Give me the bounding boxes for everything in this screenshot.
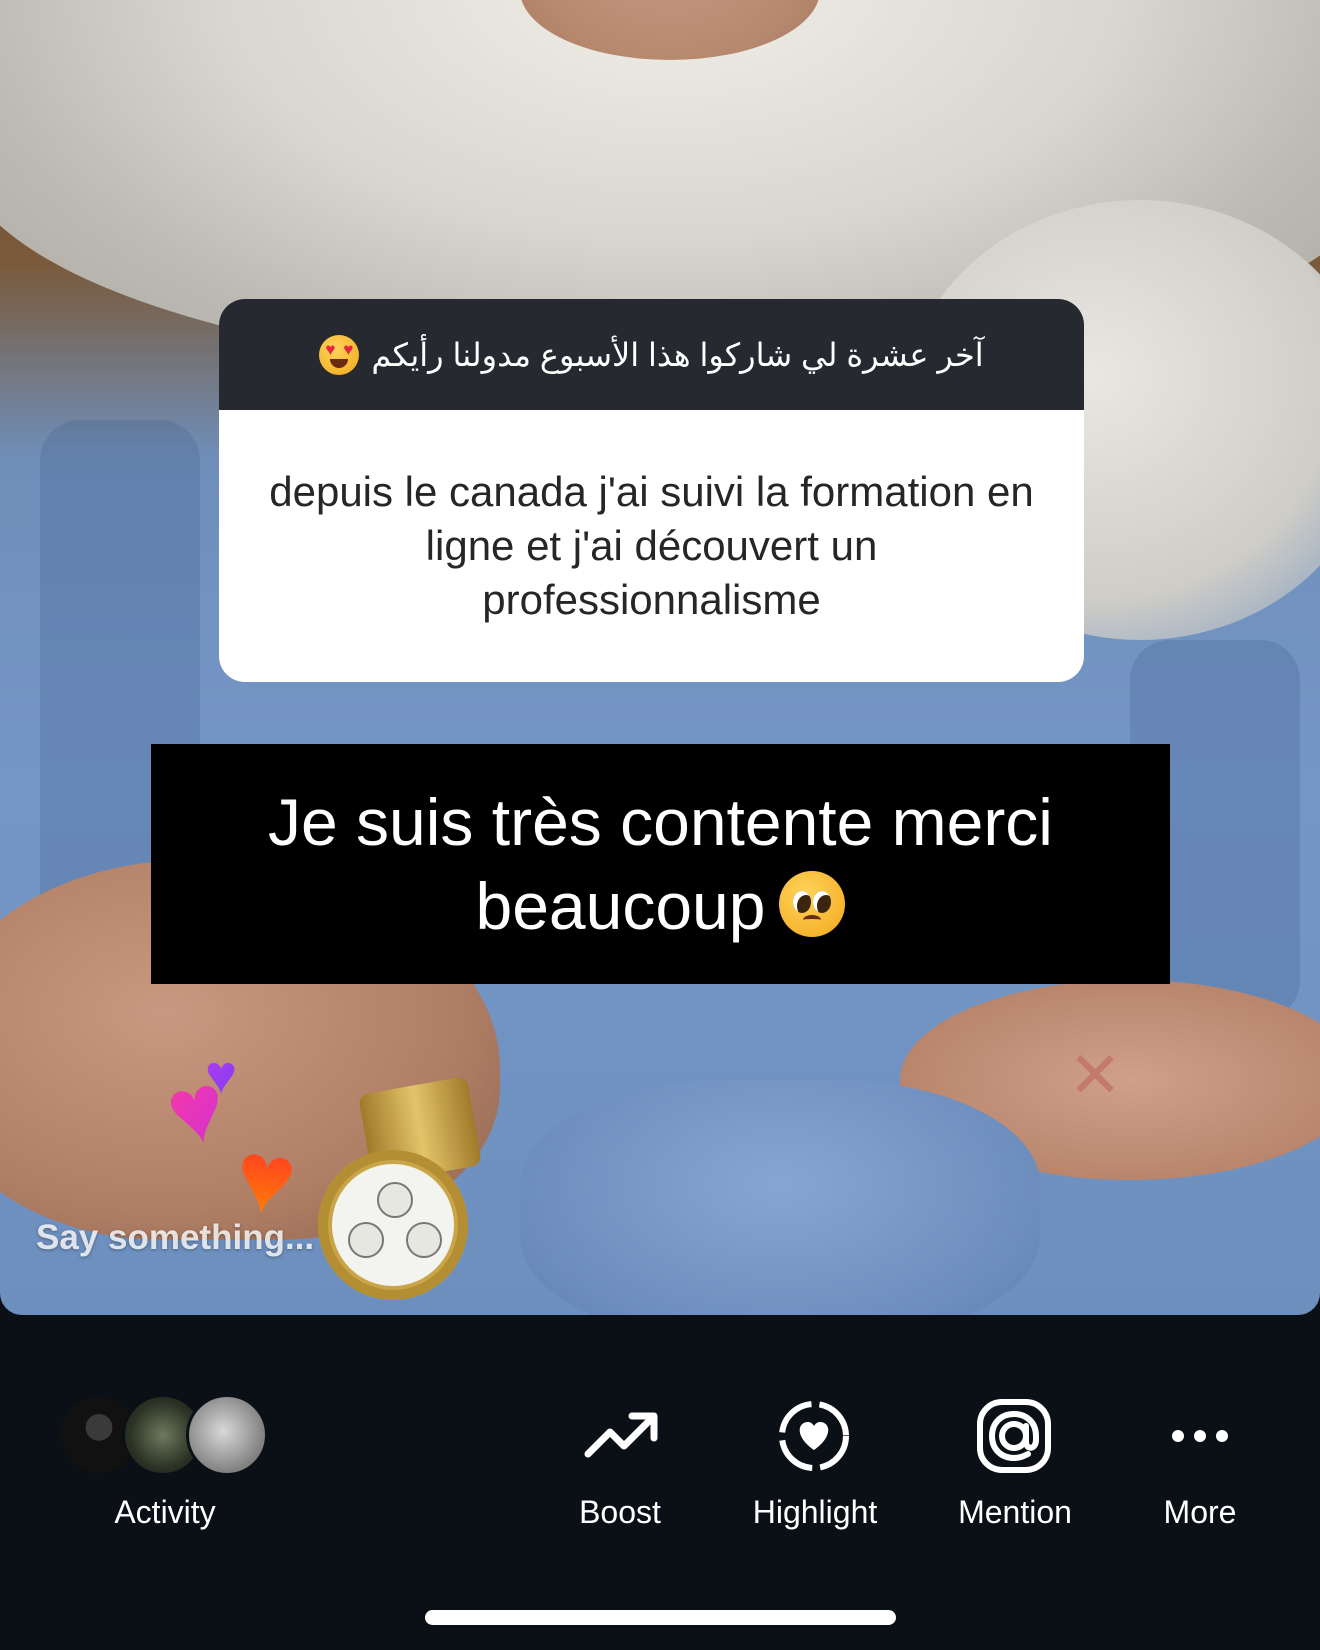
sleeve xyxy=(520,1080,1040,1315)
floating-heart-icon: ♥ xyxy=(205,1045,238,1105)
highlight-heart-icon[interactable] xyxy=(774,1396,854,1476)
pleading-face-emoji-icon xyxy=(779,871,846,937)
more-horizontal-icon[interactable] xyxy=(1160,1396,1240,1476)
boost-button[interactable]: Boost xyxy=(560,1494,680,1531)
question-response: depuis le canada j'ai suivi la formation… xyxy=(269,468,1034,623)
mention-button[interactable]: Mention xyxy=(940,1494,1090,1531)
activity-label[interactable]: Activity xyxy=(90,1494,240,1531)
at-sign-icon[interactable] xyxy=(974,1396,1054,1476)
trending-up-icon[interactable] xyxy=(582,1396,662,1476)
reply-input[interactable]: Say something... xyxy=(36,1218,314,1258)
question-sticker[interactable]: آخر عشرة لي شاركوا هذا الأسبوع مدولنا رأ… xyxy=(219,299,1084,682)
story-image: ✕ آخر عشرة لي شاركوا هذا الأسبوع مدولنا … xyxy=(0,0,1320,1315)
watch-face xyxy=(332,1164,454,1286)
answer-text-content: Je suis très contente merci beaucoup xyxy=(268,785,1053,943)
activity-avatars[interactable] xyxy=(58,1394,288,1476)
answer-text: Je suis très contente merci beaucoup xyxy=(211,780,1110,948)
more-button[interactable]: More xyxy=(1150,1494,1250,1531)
highlight-button[interactable]: Highlight xyxy=(730,1494,900,1531)
heart-eyes-emoji-icon xyxy=(319,334,360,375)
answer-text-block[interactable]: Je suis très contente merci beaucoup xyxy=(151,744,1170,984)
wristwatch xyxy=(318,1150,468,1300)
avatar xyxy=(186,1394,268,1476)
question-header: آخر عشرة لي شاركوا هذا الأسبوع مدولنا رأ… xyxy=(219,299,1084,410)
ring: ✕ xyxy=(1068,1039,1122,1111)
home-indicator[interactable] xyxy=(425,1610,896,1625)
question-prompt: آخر عشرة لي شاركوا هذا الأسبوع مدولنا رأ… xyxy=(371,336,984,373)
